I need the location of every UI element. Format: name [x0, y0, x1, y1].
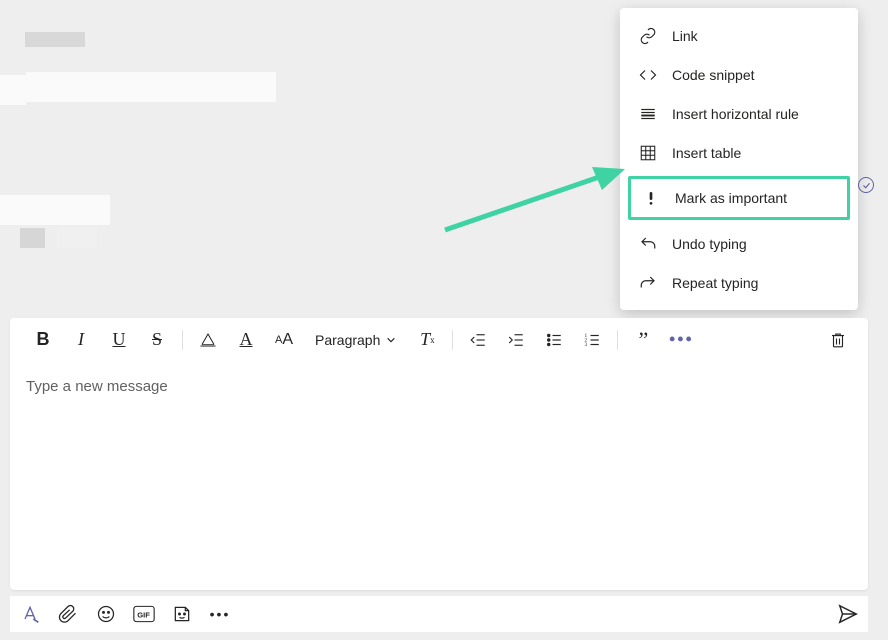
menu-item-undo-typing[interactable]: Undo typing [620, 224, 858, 263]
tutorial-arrow [440, 155, 625, 235]
link-icon [638, 27, 658, 45]
menu-item-label: Insert horizontal rule [672, 106, 799, 122]
message-input[interactable]: Type a new message [10, 362, 868, 590]
delete-button[interactable] [822, 324, 854, 356]
attach-button[interactable] [56, 602, 80, 626]
italic-button[interactable]: I [62, 324, 100, 356]
toolbar-separator [182, 330, 183, 350]
clear-formatting-button[interactable]: Tx [408, 324, 446, 356]
menu-item-label: Mark as important [675, 190, 787, 206]
tutorial-highlight: Mark as important [628, 176, 850, 220]
menu-item-mark-important[interactable]: Mark as important [631, 179, 847, 217]
paragraph-style-dropdown[interactable]: Paragraph [303, 324, 408, 356]
send-button[interactable] [836, 602, 860, 626]
quote-button[interactable]: ” [624, 324, 662, 356]
code-icon [638, 66, 658, 84]
important-icon [641, 190, 661, 206]
menu-item-label: Repeat typing [672, 275, 758, 291]
underline-button[interactable]: U [100, 324, 138, 356]
more-options-menu: Link Code snippet Insert horizontal rule [620, 8, 858, 310]
compose-box: B I U S A AA Paragraph Tx [10, 318, 868, 590]
message-placeholder: Type a new message [26, 378, 168, 395]
menu-item-label: Undo typing [672, 236, 747, 252]
toolbar-separator [452, 330, 453, 350]
redacted-block [57, 228, 97, 248]
sticker-button[interactable] [170, 602, 194, 626]
indent-button[interactable] [497, 324, 535, 356]
menu-item-label: Code snippet [672, 67, 755, 83]
bullet-list-button[interactable] [535, 324, 573, 356]
table-icon [638, 144, 658, 162]
toolbar-separator [617, 330, 618, 350]
redacted-block [0, 195, 110, 225]
redo-icon [638, 274, 658, 292]
more-formatting-button[interactable]: ••• [662, 324, 700, 356]
horizontal-rule-icon [638, 105, 658, 123]
redacted-block [25, 32, 85, 47]
bold-button[interactable]: B [24, 324, 62, 356]
redacted-block [0, 75, 26, 105]
numbered-list-button[interactable]: 1 2 3 [573, 324, 611, 356]
format-toggle-button[interactable] [18, 602, 42, 626]
status-check-icon [858, 177, 874, 193]
more-actions-button[interactable]: ••• [208, 602, 232, 626]
paragraph-label: Paragraph [315, 332, 380, 348]
outdent-button[interactable] [459, 324, 497, 356]
redacted-block [20, 228, 45, 248]
svg-text:3: 3 [585, 342, 588, 348]
gif-button[interactable]: GIF [132, 602, 156, 626]
font-size-button[interactable]: AA [265, 324, 303, 356]
chevron-down-icon [386, 335, 396, 345]
font-color-button[interactable]: A [227, 324, 265, 356]
menu-item-code-snippet[interactable]: Code snippet [620, 55, 858, 94]
menu-item-label: Link [672, 28, 698, 44]
redacted-block [26, 72, 276, 102]
menu-item-insert-table[interactable]: Insert table [620, 133, 858, 172]
menu-item-repeat-typing[interactable]: Repeat typing [620, 263, 858, 302]
menu-item-horizontal-rule[interactable]: Insert horizontal rule [620, 94, 858, 133]
menu-item-label: Insert table [672, 145, 741, 161]
menu-item-link[interactable]: Link [620, 16, 858, 55]
undo-icon [638, 235, 658, 253]
highlight-button[interactable] [189, 324, 227, 356]
emoji-button[interactable] [94, 602, 118, 626]
compose-actions: GIF ••• [10, 596, 868, 632]
svg-text:GIF: GIF [137, 610, 150, 619]
strikethrough-button[interactable]: S [138, 324, 176, 356]
format-toolbar: B I U S A AA Paragraph Tx [10, 318, 868, 362]
